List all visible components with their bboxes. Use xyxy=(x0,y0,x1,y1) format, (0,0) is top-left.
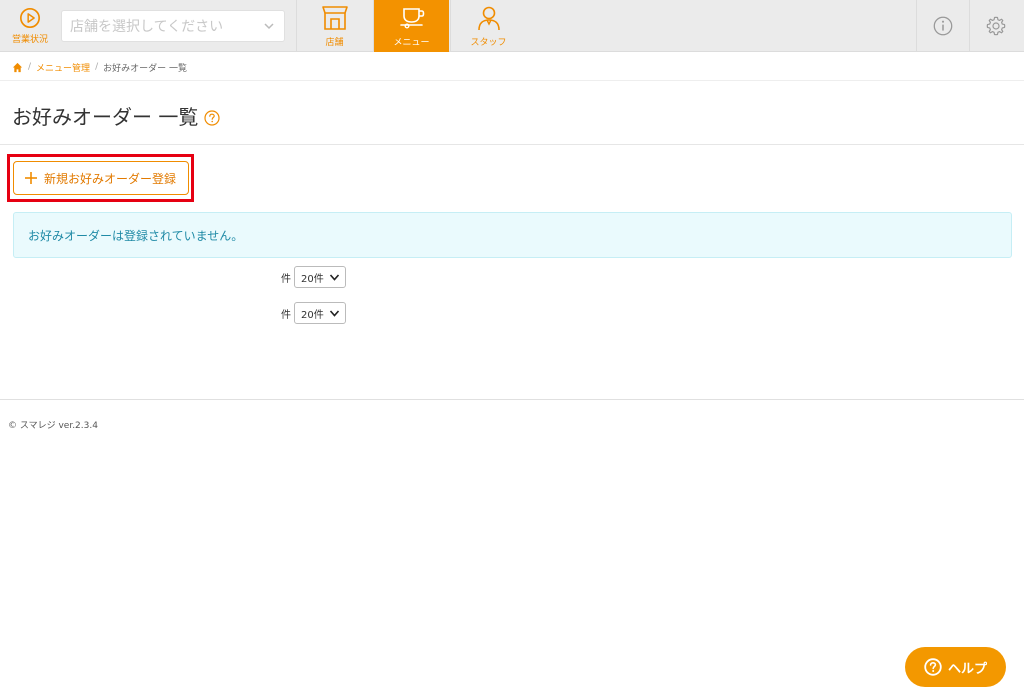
staff-icon xyxy=(477,6,500,31)
breadcrumb-separator: / xyxy=(28,62,32,72)
info-button[interactable] xyxy=(916,0,969,52)
chevron-down-icon xyxy=(329,310,340,317)
help-button-label: ヘルプ xyxy=(947,661,987,677)
nav-menu[interactable]: メニュー xyxy=(373,0,449,52)
play-circle-icon xyxy=(20,8,40,28)
chevron-down-icon xyxy=(329,274,340,281)
page-title: お好みオーダー 一覧 xyxy=(12,101,220,130)
store-select[interactable]: 店舗を選択してください xyxy=(61,10,285,42)
copyright: © スマレジ ver.2.3.4 xyxy=(8,421,98,431)
breadcrumb-current: お好みオーダー 一覧 xyxy=(103,63,187,74)
new-custom-order-button[interactable]: 新規お好みオーダー登録 xyxy=(13,161,189,195)
store-icon xyxy=(321,6,348,30)
per-page-control: 件 20件 xyxy=(281,266,346,288)
per-page-unit: 件 xyxy=(281,309,291,321)
home-icon[interactable] xyxy=(12,62,23,73)
chevron-down-icon xyxy=(264,23,274,30)
status-button[interactable]: 営業状況 xyxy=(0,0,60,52)
per-page-control: 件 20件 xyxy=(281,302,346,324)
per-page-unit: 件 xyxy=(281,273,291,285)
per-page-select[interactable]: 20件 xyxy=(294,266,346,288)
top-bar: 営業状況 店舗を選択してください 店舗 メニュー スタッフ xyxy=(0,0,1024,52)
info-icon xyxy=(933,16,953,36)
new-custom-order-label: 新規お好みオーダー登録 xyxy=(44,171,177,186)
plus-icon xyxy=(25,172,37,184)
store-select-placeholder: 店舗を選択してください xyxy=(70,19,224,35)
breadcrumb-separator: / xyxy=(95,62,99,72)
nav-staff[interactable]: スタッフ xyxy=(450,0,526,52)
nav-store-label: 店舗 xyxy=(325,38,344,48)
per-page-value: 20件 xyxy=(301,273,324,285)
gear-icon xyxy=(986,16,1006,36)
nav-menu-label: メニュー xyxy=(393,38,430,48)
breadcrumb-menu-management[interactable]: メニュー管理 xyxy=(36,61,90,74)
empty-alert-message: お好みオーダーは登録されていません。 xyxy=(28,228,244,243)
nav-store[interactable]: 店舗 xyxy=(296,0,372,52)
per-page-select[interactable]: 20件 xyxy=(294,302,346,324)
help-button[interactable]: ヘルプ xyxy=(905,647,1006,687)
footer-divider xyxy=(0,399,1024,400)
nav-staff-label: スタッフ xyxy=(470,38,507,48)
breadcrumb-divider xyxy=(0,80,1024,81)
title-divider xyxy=(0,144,1024,145)
status-label: 営業状況 xyxy=(11,35,48,45)
question-circle-icon xyxy=(924,658,942,676)
per-page-value: 20件 xyxy=(301,309,324,321)
page-title-text: お好みオーダー 一覧 xyxy=(12,105,199,129)
empty-alert: お好みオーダーは登録されていません。 xyxy=(13,212,1012,258)
settings-button[interactable] xyxy=(969,0,1022,52)
question-circle-icon[interactable] xyxy=(204,109,220,126)
cup-icon xyxy=(399,8,424,29)
breadcrumb: / メニュー管理 / お好みオーダー 一覧 xyxy=(12,60,187,74)
